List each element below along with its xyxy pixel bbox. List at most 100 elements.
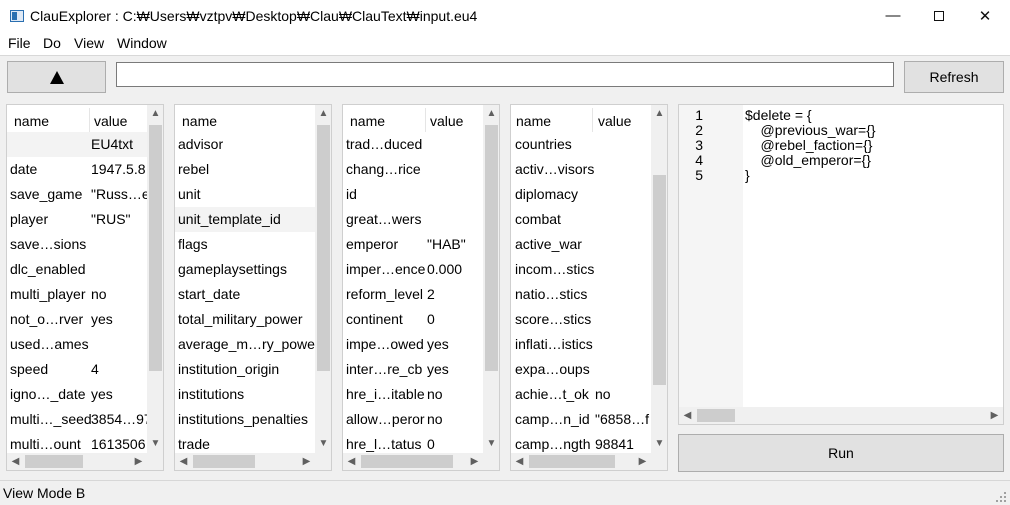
list-row[interactable]: achie…t_ok no: [511, 382, 651, 407]
list-row[interactable]: igno…_date yes: [7, 382, 147, 407]
scroll-thumb[interactable]: [697, 409, 735, 422]
header-value[interactable]: value: [598, 113, 631, 129]
header-name[interactable]: name: [14, 113, 49, 129]
minimize-button[interactable]: —: [870, 0, 916, 31]
list-row[interactable]: diplomacy: [511, 182, 651, 207]
list-row[interactable]: continent 0: [343, 307, 483, 332]
header-divider[interactable]: [592, 108, 593, 132]
list-row[interactable]: save…sions: [7, 232, 147, 257]
list-row[interactable]: gameplaysettings: [175, 257, 315, 282]
header-name[interactable]: name: [516, 113, 551, 129]
list-row[interactable]: combat: [511, 207, 651, 232]
list-row[interactable]: camp…n_id "6858…f: [511, 407, 651, 432]
scroll-right-icon[interactable]: ▶: [130, 453, 147, 470]
up-button[interactable]: [7, 61, 106, 93]
horizontal-scrollbar[interactable]: ◀ ▶: [679, 407, 1003, 424]
scroll-thumb[interactable]: [317, 125, 330, 371]
scroll-thumb[interactable]: [361, 455, 453, 468]
list-row[interactable]: reform_level 2: [343, 282, 483, 307]
horizontal-scrollbar[interactable]: ◀ ▶: [175, 453, 315, 470]
list-row[interactable]: emperor "HAB": [343, 232, 483, 257]
scroll-up-icon[interactable]: ▲: [315, 105, 331, 122]
list-panel-1[interactable]: name value EU4txt date 1947.5.8 save_game…: [6, 104, 164, 471]
list-row[interactable]: save_game "Russ…eu: [7, 182, 147, 207]
list-row[interactable]: average_m…ry_power: [175, 332, 320, 357]
list-row[interactable]: EU4txt: [7, 132, 147, 157]
list-row[interactable]: incom…stics: [511, 257, 651, 282]
vertical-scrollbar[interactable]: ▲ ▼: [315, 105, 331, 453]
list-row[interactable]: institution_origin: [175, 357, 315, 382]
scroll-up-icon[interactable]: ▲: [147, 105, 163, 122]
list-row[interactable]: start_date: [175, 282, 315, 307]
run-button[interactable]: Run: [678, 434, 1004, 472]
scroll-down-icon[interactable]: ▼: [651, 435, 667, 452]
list-row[interactable]: multi_player no: [7, 282, 147, 307]
list-row[interactable]: advisor: [175, 132, 315, 157]
code-line[interactable]: @old_emperor={}: [745, 152, 871, 168]
list-row[interactable]: rebel: [175, 157, 315, 182]
menu-window[interactable]: Window: [117, 35, 167, 51]
scroll-thumb[interactable]: [653, 175, 666, 385]
script-editor[interactable]: 1 2 3 4 5 $delete = { @previous_war={} @…: [678, 104, 1004, 425]
scroll-left-icon[interactable]: ◀: [7, 453, 24, 470]
menu-view[interactable]: View: [74, 35, 104, 51]
code-line[interactable]: $delete = {: [745, 107, 812, 123]
horizontal-scrollbar[interactable]: ◀ ▶: [511, 453, 651, 470]
code-line[interactable]: @rebel_faction={}: [745, 137, 873, 153]
code-line[interactable]: @previous_war={}: [745, 122, 876, 138]
list-row[interactable]: institutions: [175, 382, 315, 407]
list-row[interactable]: player "RUS": [7, 207, 147, 232]
scroll-up-icon[interactable]: ▲: [483, 105, 499, 122]
list-row[interactable]: score…stics: [511, 307, 651, 332]
scroll-thumb[interactable]: [529, 455, 615, 468]
list-row[interactable]: speed 4: [7, 357, 147, 382]
scroll-down-icon[interactable]: ▼: [315, 435, 331, 452]
vertical-scrollbar[interactable]: ▲ ▼: [147, 105, 163, 453]
scroll-thumb[interactable]: [193, 455, 255, 468]
maximize-button[interactable]: [916, 0, 962, 31]
path-input[interactable]: [116, 62, 894, 87]
scroll-up-icon[interactable]: ▲: [651, 105, 667, 122]
list-row[interactable]: inter…re_cb yes: [343, 357, 483, 382]
list-panel-2[interactable]: name advisor rebel unit unit_template_id…: [174, 104, 332, 471]
list-row[interactable]: countries: [511, 132, 651, 157]
horizontal-scrollbar[interactable]: ◀ ▶: [7, 453, 147, 470]
header-divider[interactable]: [425, 108, 426, 132]
list-row[interactable]: id: [343, 182, 483, 207]
list-row[interactable]: inflati…istics: [511, 332, 651, 357]
list-row[interactable]: dlc_enabled: [7, 257, 147, 282]
list-panel-3[interactable]: name value trad…duced chang…rice id grea…: [342, 104, 500, 471]
refresh-button[interactable]: Refresh: [904, 61, 1004, 93]
list-row[interactable]: activ…visors: [511, 157, 651, 182]
menu-do[interactable]: Do: [43, 35, 61, 51]
vertical-scrollbar[interactable]: ▲ ▼: [651, 105, 667, 453]
list-row[interactable]: flags: [175, 232, 315, 257]
list-row[interactable]: used…ames: [7, 332, 147, 357]
code-line[interactable]: }: [745, 167, 750, 183]
list-row[interactable]: not_o…rver yes: [7, 307, 147, 332]
list-row[interactable]: date 1947.5.8: [7, 157, 147, 182]
scroll-thumb[interactable]: [149, 125, 162, 371]
scroll-down-icon[interactable]: ▼: [147, 435, 163, 452]
menu-file[interactable]: File: [8, 35, 31, 51]
scroll-down-icon[interactable]: ▼: [483, 435, 499, 452]
resize-grip-icon[interactable]: [996, 492, 1006, 502]
scroll-left-icon[interactable]: ◀: [175, 453, 192, 470]
scroll-thumb[interactable]: [25, 455, 83, 468]
list-panel-4[interactable]: name value countries activ…visors diplom…: [510, 104, 668, 471]
list-row[interactable]: institutions_penalties: [175, 407, 315, 432]
close-button[interactable]: ✕: [962, 0, 1008, 31]
horizontal-scrollbar[interactable]: ◀ ▶: [343, 453, 483, 470]
list-row[interactable]: trad…duced: [343, 132, 483, 157]
scroll-left-icon[interactable]: ◀: [511, 453, 528, 470]
header-value[interactable]: value: [430, 113, 463, 129]
list-row[interactable]: natio…stics: [511, 282, 651, 307]
scroll-left-icon[interactable]: ◀: [679, 407, 696, 424]
list-row[interactable]: impe…owed yes: [343, 332, 483, 357]
list-row[interactable]: chang…rice: [343, 157, 483, 182]
list-row[interactable]: hre_i…itable no: [343, 382, 483, 407]
list-row[interactable]: active_war: [511, 232, 651, 257]
list-row[interactable]: unit_template_id: [175, 207, 315, 232]
header-name[interactable]: name: [350, 113, 385, 129]
vertical-scrollbar[interactable]: ▲ ▼: [483, 105, 499, 453]
